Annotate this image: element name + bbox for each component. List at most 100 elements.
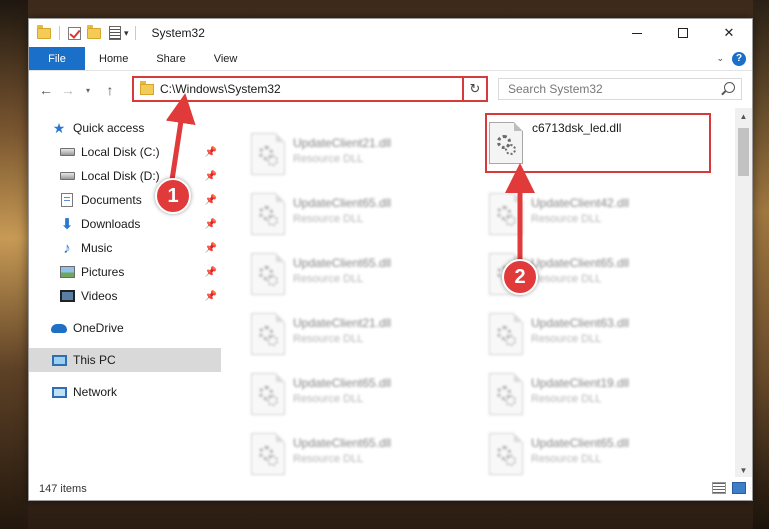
sidebar-item-documents[interactable]: Documents 📌 (29, 188, 221, 212)
large-icons-view-icon[interactable] (732, 482, 746, 494)
pin-icon[interactable]: 📌 (205, 219, 217, 230)
file-type: Resource DLL (293, 453, 364, 465)
sidebar-item-videos[interactable]: Videos 📌 (29, 284, 221, 308)
file-tile[interactable]: UpdateClient42.dll Resource DLL (459, 188, 684, 240)
folder-app-icon (37, 25, 53, 41)
video-icon (59, 288, 75, 304)
pin-icon[interactable]: 📌 (205, 171, 217, 182)
this-pc-icon (51, 352, 67, 368)
sidebar-item-label: Videos (81, 289, 118, 303)
file-name: UpdateClient65.dll (531, 436, 630, 450)
minimize-button[interactable] (614, 19, 660, 47)
maximize-button[interactable] (660, 19, 706, 47)
forward-arrow-icon[interactable]: → (59, 82, 77, 98)
status-bar: 147 items (29, 477, 752, 500)
sidebar-item-label: This PC (73, 353, 116, 367)
desktop-wallpaper-right (753, 0, 769, 529)
refresh-button[interactable]: ↻ (462, 76, 488, 102)
tab-share[interactable]: Share (142, 47, 199, 70)
sidebar-item-network[interactable]: Network (29, 380, 221, 404)
highlighted-file-tile[interactable]: c6713dsk_led.dll (485, 113, 711, 173)
sidebar-item-label: Downloads (81, 217, 141, 231)
close-button[interactable]: ✕ (706, 19, 752, 47)
title-separator (134, 26, 136, 40)
file-name: UpdateClient42.dll (531, 196, 630, 210)
address-folder-icon (140, 80, 154, 95)
pin-icon[interactable]: 📌 (205, 267, 217, 278)
properties-check-icon[interactable] (68, 26, 81, 40)
help-icon[interactable]: ? (732, 51, 746, 66)
file-name: UpdateClient63.dll (531, 316, 630, 330)
vertical-scrollbar[interactable]: ▲ ▼ (735, 108, 752, 479)
file-tile[interactable]: UpdateClient65.dll Resource DLL (459, 428, 684, 479)
download-icon: ⬇ (60, 216, 74, 233)
sidebar-item-label: Pictures (81, 265, 125, 279)
sidebar-item-onedrive[interactable]: OneDrive (29, 316, 221, 340)
search-input[interactable]: Search System32 (498, 78, 742, 100)
dll-file-icon (251, 193, 285, 235)
file-name: UpdateClient65.dll (293, 436, 392, 450)
pin-icon[interactable]: 📌 (205, 195, 217, 206)
back-arrow-icon[interactable]: ← (37, 82, 55, 98)
file-tile[interactable]: UpdateClient65.dll Resource DLL (221, 188, 446, 240)
new-folder-icon[interactable] (87, 25, 103, 41)
file-name: UpdateClient21.dll (293, 136, 392, 150)
title-bar: ▾ System32 ✕ (29, 19, 752, 47)
tab-file[interactable]: File (29, 47, 85, 70)
tab-home[interactable]: Home (85, 47, 142, 70)
file-tile[interactable]: UpdateClient65.dll Resource DLL (221, 248, 446, 300)
file-tile[interactable]: UpdateClient65.dll Resource DLL (221, 368, 446, 420)
file-tile[interactable]: UpdateClient63.dll Resource DLL (459, 308, 684, 360)
expand-ribbon-icon[interactable]: ⌄ (716, 53, 724, 64)
dll-file-icon (251, 373, 285, 415)
sidebar-item-label: Local Disk (C:) (81, 145, 160, 159)
file-type: Resource DLL (531, 333, 602, 345)
sidebar-item-quick-access[interactable]: ★ Quick access (29, 116, 221, 140)
properties-icon[interactable] (109, 26, 121, 40)
quick-access-dropdown-icon[interactable]: ▾ (124, 28, 129, 39)
dll-file-icon (251, 253, 285, 295)
network-icon (51, 384, 67, 400)
details-view-icon[interactable] (712, 482, 726, 494)
address-bar[interactable]: C:\Windows\System32 ⌄ (132, 76, 486, 102)
sidebar-item-downloads[interactable]: ⬇ Downloads 📌 (29, 212, 221, 236)
pin-icon[interactable]: 📌 (205, 147, 217, 158)
file-tile[interactable]: UpdateClient65.dll Resource DLL (221, 428, 446, 479)
file-name: UpdateClient65.dll (531, 256, 630, 270)
sidebar-item-local-disk-c[interactable]: Local Disk (C:) 📌 (29, 140, 221, 164)
file-tile[interactable]: UpdateClient21.dll Resource DLL (221, 128, 446, 180)
dll-file-icon (251, 313, 285, 355)
sidebar-item-music[interactable]: ♪ Music 📌 (29, 236, 221, 260)
scroll-up-icon[interactable]: ▲ (735, 108, 752, 125)
file-name: UpdateClient65.dll (293, 376, 392, 390)
pin-icon[interactable]: 📌 (205, 243, 217, 254)
sidebar-item-label: Documents (81, 193, 142, 207)
pin-icon[interactable]: 📌 (205, 291, 217, 302)
scrollbar-thumb[interactable] (738, 128, 749, 176)
item-count: 147 items (39, 482, 87, 495)
file-tile[interactable]: UpdateClient19.dll Resource DLL (459, 368, 684, 420)
annotation-badge-2: 2 (502, 259, 538, 295)
file-type: Resource DLL (293, 273, 364, 285)
file-name: UpdateClient65.dll (293, 256, 392, 270)
navigation-pane: ★ Quick access Local Disk (C:) 📌 Local D… (29, 114, 221, 474)
file-type: Resource DLL (531, 273, 602, 285)
file-tile[interactable]: UpdateClient21.dll Resource DLL (221, 308, 446, 360)
up-arrow-icon[interactable]: ↑ (101, 82, 119, 98)
sidebar-item-local-disk-d[interactable]: Local Disk (D:) 📌 (29, 164, 221, 188)
address-path[interactable]: C:\Windows\System32 (160, 82, 281, 96)
sidebar-item-label: Local Disk (D:) (81, 169, 160, 183)
search-icon (724, 82, 735, 93)
navigation-bar: ← → ▾ ↑ C:\Windows\System32 ⌄ ↻ Search S… (29, 72, 752, 108)
recent-locations-icon[interactable]: ▾ (79, 86, 97, 95)
maximize-icon (678, 28, 688, 38)
sidebar-item-pictures[interactable]: Pictures 📌 (29, 260, 221, 284)
sidebar-item-this-pc[interactable]: This PC (29, 348, 221, 372)
ribbon-tabs: File Home Share View ⌄ ? (29, 47, 752, 71)
pictures-icon (59, 264, 75, 280)
dll-file-icon (489, 433, 523, 475)
tab-view[interactable]: View (200, 47, 252, 70)
sidebar-item-label: OneDrive (73, 321, 124, 335)
file-tile[interactable]: UpdateClient65.dll Resource DLL (459, 248, 684, 300)
dll-file-icon (251, 133, 285, 175)
